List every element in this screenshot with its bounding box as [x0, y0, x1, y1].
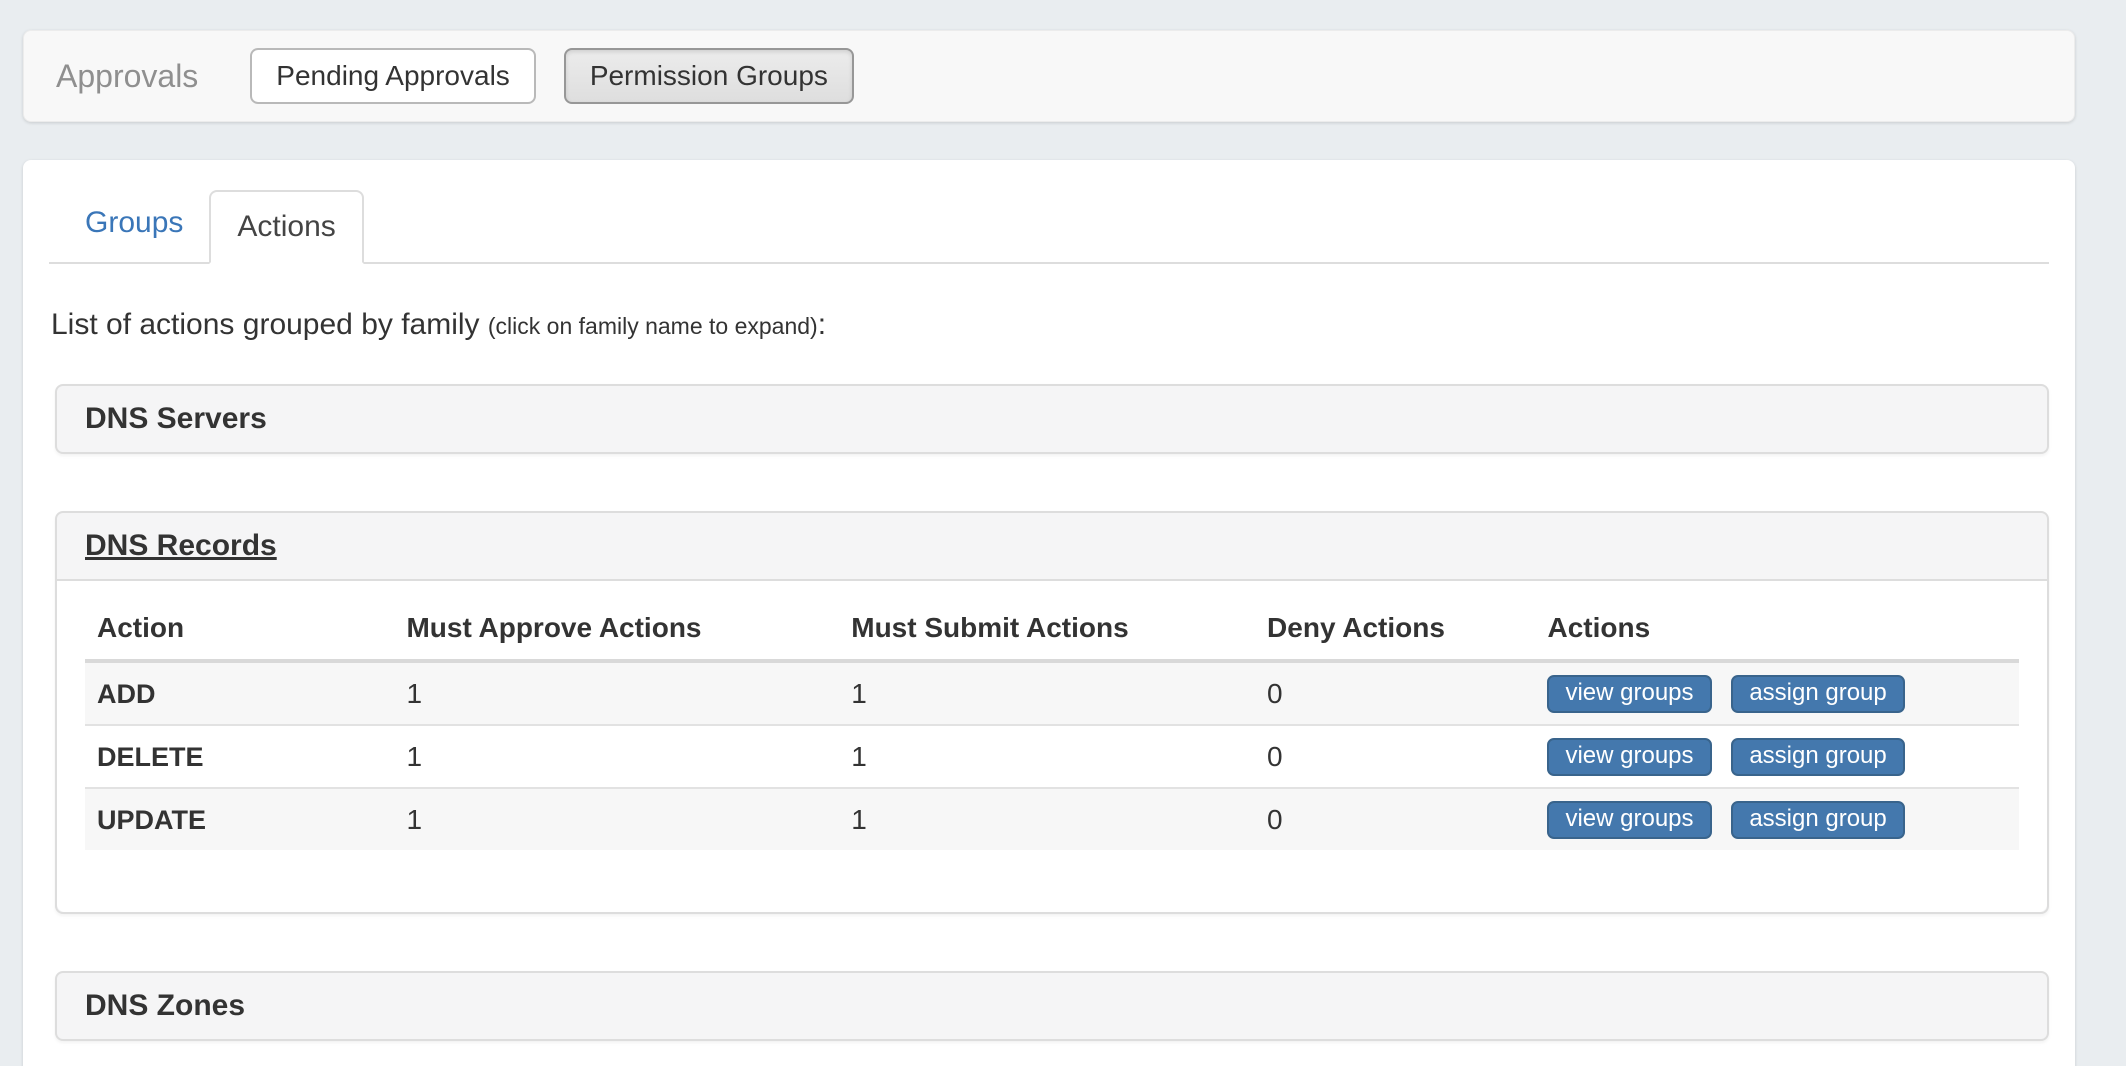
family-body-dns-records: Action Must Approve Actions Must Submit … — [57, 581, 2047, 912]
tab-groups[interactable]: Groups — [59, 188, 209, 262]
cell-must-approve: 1 — [394, 724, 840, 788]
cell-must-submit: 1 — [839, 660, 1256, 725]
col-header-actions: Actions — [1535, 603, 2019, 663]
table-header-row: Action Must Approve Actions Must Submit … — [85, 603, 2019, 663]
view-groups-button[interactable]: view groups — [1547, 738, 1712, 776]
cell-actions: view groups assign group — [1535, 724, 2019, 788]
page-title: Approvals — [56, 57, 199, 94]
view-groups-button[interactable]: view groups — [1547, 675, 1712, 713]
cell-deny: 0 — [1255, 724, 1536, 788]
intro-hint: (click on family name to expand) — [487, 313, 818, 339]
table-row-delete: DELETE 1 1 0 view groups assign group — [85, 724, 2019, 788]
col-header-must-submit: Must Submit Actions — [839, 603, 1256, 663]
cell-must-submit: 1 — [839, 724, 1256, 788]
assign-group-button[interactable]: assign group — [1731, 675, 1905, 713]
permission-groups-button[interactable]: Permission Groups — [563, 48, 854, 104]
cell-deny: 0 — [1255, 660, 1536, 725]
col-header-action: Action — [85, 603, 395, 663]
cell-action-name: ADD — [85, 660, 395, 725]
cell-action-name: UPDATE — [85, 787, 395, 850]
family-header-dns-servers[interactable]: DNS Servers — [57, 386, 2047, 452]
family-link-dns-zones[interactable]: DNS Zones — [85, 989, 245, 1022]
table-row-update: UPDATE 1 1 0 view groups assign group — [85, 787, 2019, 850]
view-groups-button[interactable]: view groups — [1547, 801, 1712, 839]
family-panel-group: DNS Servers DNS Records Action Must Appr… — [55, 384, 2049, 1041]
cell-must-approve: 1 — [394, 787, 840, 850]
cell-must-approve: 1 — [394, 660, 840, 725]
assign-group-button[interactable]: assign group — [1731, 738, 1905, 776]
content-panel: Groups Actions List of actions grouped b… — [23, 160, 2075, 1066]
table-header: Action Must Approve Actions Must Submit … — [85, 603, 2019, 663]
tab-bar: Groups Actions — [49, 188, 2049, 264]
table-row-add: ADD 1 1 0 view groups assign group — [85, 660, 2019, 725]
cell-action-name: DELETE — [85, 724, 395, 788]
intro-text: List of actions grouped by family (click… — [51, 308, 2049, 342]
page-header-bar: Approvals Pending Approvals Permission G… — [23, 30, 2075, 122]
family-header-dns-zones[interactable]: DNS Zones — [57, 973, 2047, 1039]
tab-actions[interactable]: Actions — [209, 190, 364, 264]
family-link-dns-records[interactable]: DNS Records — [85, 529, 277, 562]
permissions-table: Action Must Approve Actions Must Submit … — [85, 603, 2019, 850]
family-header-dns-records[interactable]: DNS Records — [57, 513, 2047, 581]
cell-actions: view groups assign group — [1535, 660, 2019, 725]
col-header-must-approve: Must Approve Actions — [394, 603, 840, 663]
col-header-deny: Deny Actions — [1255, 603, 1536, 663]
family-panel-dns-zones: DNS Zones — [55, 971, 2049, 1041]
intro-suffix: : — [817, 308, 827, 341]
family-panel-dns-records: DNS Records Action Must Approve Actions … — [55, 511, 2049, 914]
assign-group-button[interactable]: assign group — [1731, 801, 1905, 839]
family-panel-dns-servers: DNS Servers — [55, 384, 2049, 454]
pending-approvals-button[interactable]: Pending Approvals — [250, 48, 536, 104]
cell-actions: view groups assign group — [1535, 787, 2019, 850]
cell-deny: 0 — [1255, 787, 1536, 850]
family-link-dns-servers[interactable]: DNS Servers — [85, 402, 267, 435]
cell-must-submit: 1 — [839, 787, 1256, 850]
intro-main: List of actions grouped by family — [51, 308, 488, 341]
